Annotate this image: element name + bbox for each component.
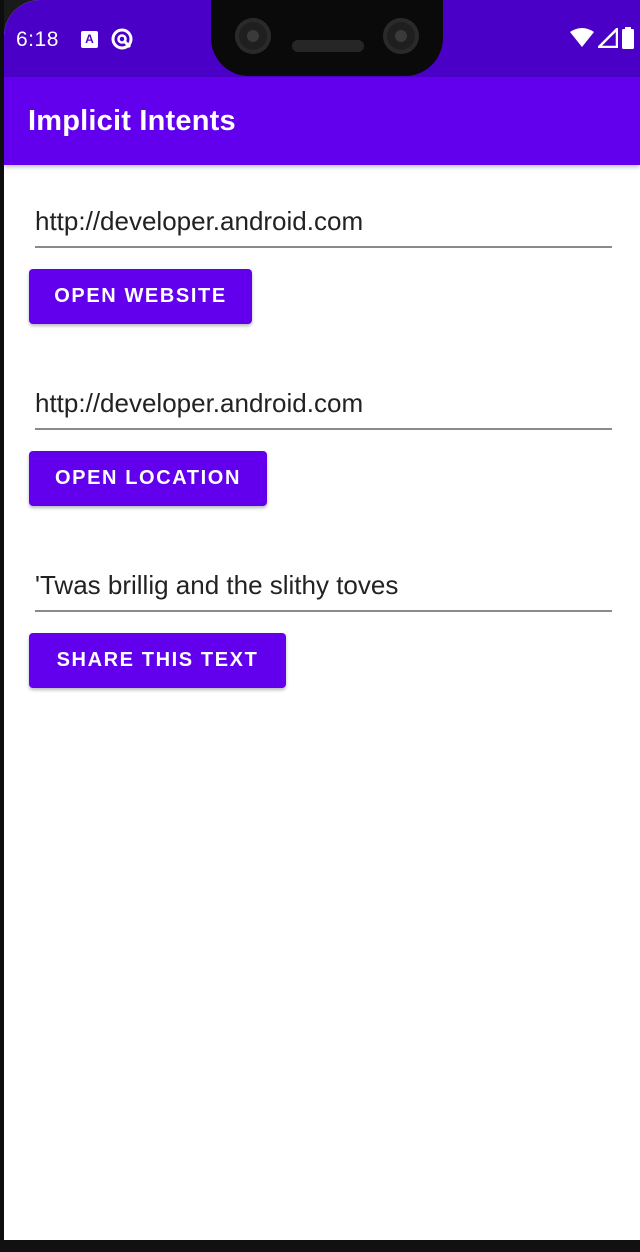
front-camera-icon bbox=[235, 18, 271, 54]
website-url-value: http://developer.android.com bbox=[35, 206, 364, 236]
cell-signal-icon bbox=[595, 25, 619, 53]
page-title: Implicit Intents bbox=[28, 105, 236, 137]
app-notification-icon: A bbox=[81, 31, 98, 48]
earpiece-speaker bbox=[292, 40, 364, 52]
front-camera-icon bbox=[383, 18, 419, 54]
open-location-button[interactable]: OPEN LOCATION bbox=[29, 451, 267, 506]
system-status-icons bbox=[570, 25, 634, 54]
share-text-button[interactable]: SHARE THIS TEXT bbox=[29, 633, 286, 688]
status-time: 6:18 bbox=[16, 28, 59, 51]
website-url-field[interactable]: http://developer.android.com bbox=[35, 202, 612, 248]
screen: 6:18 A Implicit Intents http://developer… bbox=[4, 0, 640, 1240]
location-value: http://developer.android.com bbox=[35, 388, 364, 418]
app-bar: Implicit Intents bbox=[4, 77, 640, 165]
sync-notification-icon bbox=[110, 27, 134, 56]
wifi-icon bbox=[570, 28, 594, 53]
device-frame: 6:18 A Implicit Intents http://developer… bbox=[0, 0, 640, 1252]
share-text-field[interactable]: 'Twas brillig and the slithy toves bbox=[35, 566, 612, 612]
battery-icon bbox=[622, 27, 634, 54]
status-bar: 6:18 A bbox=[4, 0, 640, 77]
open-website-button[interactable]: OPEN WEBSITE bbox=[29, 269, 252, 324]
camera-notch bbox=[211, 0, 443, 76]
device-bottom-bezel bbox=[0, 1240, 640, 1252]
share-text-value: 'Twas brillig and the slithy toves bbox=[35, 570, 399, 600]
location-field[interactable]: http://developer.android.com bbox=[35, 384, 612, 430]
